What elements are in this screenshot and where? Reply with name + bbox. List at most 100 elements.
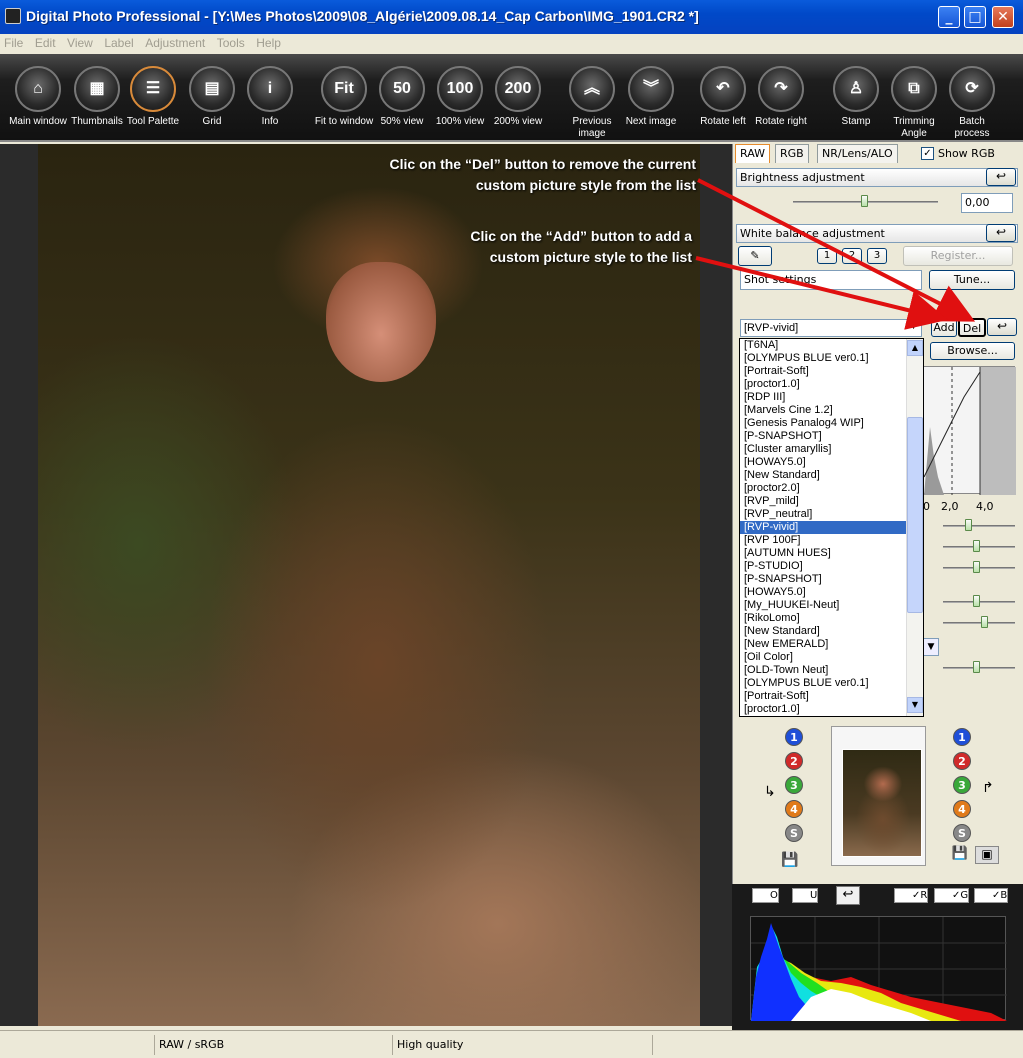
recipe-left-3-button[interactable]: 3 bbox=[785, 776, 803, 794]
picture-style-option[interactable]: [RVP_mild] bbox=[740, 495, 923, 508]
toolbar-button-50-view[interactable]: 50 50% view bbox=[372, 66, 432, 128]
recipe-right-4-button[interactable]: 4 bbox=[953, 800, 971, 818]
save-recipe-right-icon[interactable]: 💾 bbox=[950, 846, 970, 866]
menu-view[interactable]: View bbox=[63, 34, 97, 52]
contrast-slider-thumb[interactable] bbox=[965, 519, 972, 531]
add-button[interactable]: Add bbox=[931, 318, 957, 337]
color-tone-slider-thumb[interactable] bbox=[973, 595, 980, 607]
picture-style-option[interactable]: [New Standard] bbox=[740, 469, 923, 482]
picture-style-option[interactable]: [proctor1.0] bbox=[740, 378, 923, 391]
picture-style-option[interactable]: [P-SNAPSHOT] bbox=[740, 430, 923, 443]
menu-file[interactable]: File bbox=[0, 34, 27, 52]
recipe-left-1-button[interactable]: 1 bbox=[785, 728, 803, 746]
browse-button[interactable]: Browse... bbox=[930, 342, 1015, 360]
wb-preset-1-button[interactable]: 1 bbox=[817, 248, 837, 264]
picture-style-option[interactable]: [P-STUDIO] bbox=[740, 560, 923, 573]
show-rgb-checkbox[interactable]: ✓ bbox=[921, 147, 934, 160]
toolbar-button-rotate-left[interactable]: ↶ Rotate left bbox=[693, 66, 753, 128]
picture-style-option[interactable]: [Genesis Panalog4 WIP] bbox=[740, 417, 923, 430]
picture-style-option[interactable]: [P-SNAPSHOT] bbox=[740, 573, 923, 586]
toolbar-button-100-view[interactable]: 100 100% view bbox=[430, 66, 490, 128]
toolbar-button-200-view[interactable]: 200 200% view bbox=[488, 66, 548, 128]
recipe-right-s-button[interactable]: S bbox=[953, 824, 971, 842]
highlight-slider-thumb[interactable] bbox=[973, 561, 980, 573]
recipe-left-4-button[interactable]: 4 bbox=[785, 800, 803, 818]
picture-style-option[interactable]: [proctor1.0] bbox=[740, 703, 923, 716]
histogram-graph[interactable] bbox=[750, 916, 1007, 1021]
shadow-slider-thumb[interactable] bbox=[973, 540, 980, 552]
green-channel-checkbox[interactable]: ✓G bbox=[934, 888, 970, 903]
saturation-slider-thumb[interactable] bbox=[981, 616, 988, 628]
maximize-button[interactable]: □ bbox=[964, 6, 986, 28]
tone-curve-graph[interactable] bbox=[923, 366, 1016, 495]
tab-raw[interactable]: RAW bbox=[735, 144, 770, 163]
scroll-up-button[interactable]: ▲ bbox=[907, 340, 923, 356]
menu-adjustment[interactable]: Adjustment bbox=[141, 34, 209, 52]
del-button[interactable]: Del bbox=[958, 318, 986, 337]
recipe-left-s-button[interactable]: S bbox=[785, 824, 803, 842]
brightness-reset-button[interactable]: ↩ bbox=[986, 168, 1016, 186]
picture-style-option[interactable]: [HOWAY5.0] bbox=[740, 456, 923, 469]
histogram-reset-button[interactable]: ↩ bbox=[836, 886, 860, 905]
picture-style-option[interactable]: [Oil Color] bbox=[740, 651, 923, 664]
picture-style-option[interactable]: [Portrait-Soft] bbox=[740, 690, 923, 703]
picture-style-option[interactable]: [RVP-vivid] bbox=[740, 521, 923, 534]
camera-icon[interactable]: ▣ bbox=[975, 846, 999, 864]
picture-style-dropdown-list[interactable]: [T6NA] [OLYMPUS BLUE ver0.1] [Portrait-Sof… bbox=[739, 338, 924, 717]
copy-left-arrow-icon[interactable]: ↳ bbox=[764, 784, 776, 800]
contrast-slider[interactable] bbox=[943, 525, 1015, 527]
recipe-right-3-button[interactable]: 3 bbox=[953, 776, 971, 794]
picture-style-option[interactable]: [Portrait-Soft] bbox=[740, 365, 923, 378]
toolbar-button-stamp[interactable]: ♙ Stamp bbox=[826, 66, 886, 128]
picture-style-option[interactable]: [My_HUUKEI-Neut] bbox=[740, 599, 923, 612]
toolbar-button-main-window[interactable]: ⌂ Main window bbox=[8, 66, 68, 128]
underexposure-checkbox[interactable]: U bbox=[792, 888, 819, 903]
blue-channel-checkbox[interactable]: ✓B bbox=[974, 888, 1009, 903]
picture-style-option[interactable]: [RikoLomo] bbox=[740, 612, 923, 625]
sharpness-slider-thumb[interactable] bbox=[973, 661, 980, 673]
picture-style-option[interactable]: [OLYMPUS BLUE ver0.1] bbox=[740, 677, 923, 690]
brightness-slider-thumb[interactable] bbox=[861, 195, 868, 207]
toolbar-button-rotate-right[interactable]: ↷ Rotate right bbox=[751, 66, 811, 128]
recipe-right-2-button[interactable]: 2 bbox=[953, 752, 971, 770]
white-balance-reset-button[interactable]: ↩ bbox=[986, 224, 1016, 242]
tab-rgb[interactable]: RGB bbox=[775, 144, 809, 163]
picture-style-option[interactable]: [RVP 100F] bbox=[740, 534, 923, 547]
minimize-button[interactable]: _ bbox=[938, 6, 960, 28]
picture-style-option[interactable]: [AUTUMN HUES] bbox=[740, 547, 923, 560]
toolbar-button-grid[interactable]: ▤ Grid bbox=[182, 66, 242, 128]
picture-style-option[interactable]: [proctor2.0] bbox=[740, 482, 923, 495]
eyedropper-button[interactable]: ✎ bbox=[738, 246, 772, 266]
image-viewer[interactable] bbox=[0, 144, 732, 1026]
picture-style-option[interactable]: [OLYMPUS BLUE ver0.1] bbox=[740, 352, 923, 365]
red-channel-checkbox[interactable]: ✓R bbox=[894, 888, 929, 903]
wb-preset-2-button[interactable]: 2 bbox=[842, 248, 862, 264]
picture-style-option[interactable]: [Marvels Cine 1.2] bbox=[740, 404, 923, 417]
save-recipe-left-icon[interactable]: 💾 bbox=[777, 852, 803, 872]
scroll-thumb[interactable] bbox=[907, 417, 923, 613]
toolbar-button-batch-process[interactable]: ⟳ Batch process bbox=[942, 66, 1002, 140]
brightness-value-input[interactable]: 0,00 bbox=[961, 193, 1013, 213]
wb-mode-select[interactable]: Shot settings bbox=[740, 270, 922, 290]
toolbar-button-trimming-angle[interactable]: ⧉ Trimming Angle bbox=[884, 66, 944, 140]
toolbar-button-tool-palette[interactable]: ☰ Tool Palette bbox=[123, 66, 183, 128]
dropdown-scrollbar[interactable]: ▲ ▼ bbox=[906, 339, 923, 716]
picture-style-option[interactable]: [T6NA] bbox=[740, 339, 923, 352]
picture-style-option[interactable]: [OLD-Town Neut] bbox=[740, 664, 923, 677]
navigator-thumbnail[interactable] bbox=[831, 726, 926, 866]
register-button[interactable]: Register... bbox=[903, 246, 1013, 266]
wb-preset-3-button[interactable]: 3 bbox=[867, 248, 887, 264]
picture-style-option[interactable]: [Cluster amaryllis] bbox=[740, 443, 923, 456]
title-bar[interactable]: Digital Photo Professional - [Y:\Mes Pho… bbox=[0, 0, 1023, 34]
menu-edit[interactable]: Edit bbox=[31, 34, 60, 52]
toolbar-button-info[interactable]: i Info bbox=[240, 66, 300, 128]
menu-label[interactable]: Label bbox=[100, 34, 137, 52]
toolbar-button-previous-image[interactable]: ︽ Previous image bbox=[562, 66, 622, 140]
copy-right-arrow-icon[interactable]: ↱ bbox=[982, 780, 994, 796]
picture-style-option[interactable]: [HOWAY5.0] bbox=[740, 586, 923, 599]
picture-style-option[interactable]: [RDP III] bbox=[740, 391, 923, 404]
toolbar-button-thumbnails[interactable]: ▦ Thumbnails bbox=[67, 66, 127, 128]
menu-help[interactable]: Help bbox=[252, 34, 285, 52]
sharpness-mode-dropdown[interactable]: ▼ bbox=[923, 638, 939, 656]
picture-style-select[interactable]: [RVP-vivid] ▼ bbox=[740, 319, 922, 337]
